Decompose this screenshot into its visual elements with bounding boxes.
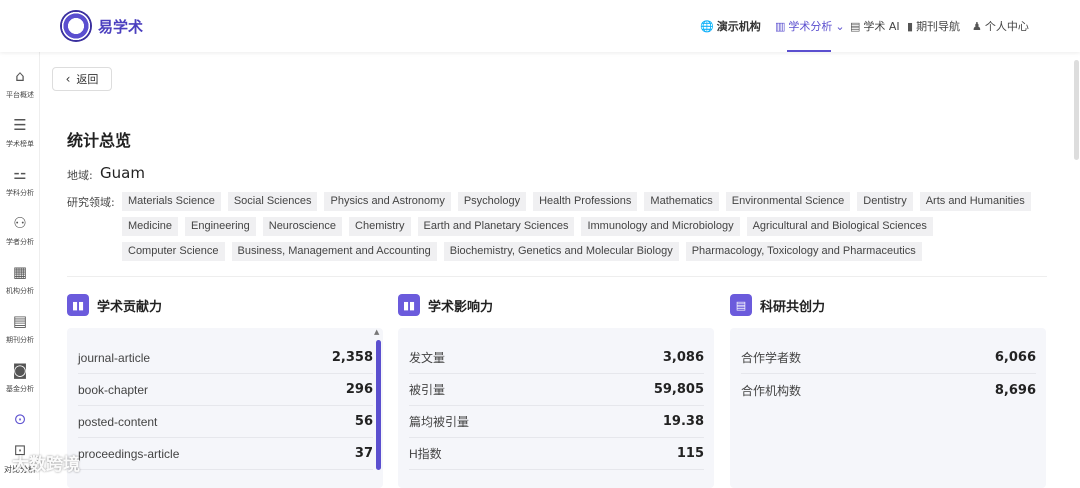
chevron-down-icon: ⌄ [835, 19, 845, 33]
field-tag[interactable]: Medicine [122, 217, 179, 236]
document-icon: ▤ [730, 294, 752, 316]
field-tag[interactable]: Biochemistry, Genetics and Molecular Bio… [443, 242, 679, 261]
region-label: 地域: [67, 169, 93, 182]
list-icon: ☰ [13, 116, 27, 134]
active-nav-indicator [787, 50, 831, 52]
nav-personal[interactable]: ♟ 个人中心 [972, 18, 1029, 34]
bar-chart-icon: ▥ [775, 19, 786, 33]
globe-icon: 🌐 [700, 19, 714, 33]
field-tag[interactable]: Materials Science [122, 192, 221, 211]
field-tag[interactable]: Social Sciences [227, 192, 318, 211]
back-button[interactable]: ‹ 返回 [52, 67, 112, 91]
contribution-card-header: ▮▮ 学术贡献力 [67, 294, 162, 316]
field-tag[interactable]: Environmental Science [725, 192, 851, 211]
region-value: Guam [100, 164, 145, 182]
table-row: 合作学者数 6,066 [741, 342, 1036, 374]
field-tag[interactable]: Immunology and Microbiology [581, 217, 740, 236]
watermark: 大数跨境 [12, 455, 80, 475]
field-tags: Materials Science Social Sciences Physic… [122, 192, 1032, 261]
field-tag[interactable]: Neuroscience [262, 217, 343, 236]
chevron-left-icon: ‹ [65, 72, 71, 86]
field-tag[interactable]: Physics and Astronomy [324, 192, 451, 211]
robot-icon: ▤ [850, 19, 861, 33]
field-tag[interactable]: Engineering [185, 217, 256, 236]
bar-chart-icon: ▮▮ [67, 294, 89, 316]
sidebar-item-scholar[interactable]: ⚇ 学者分析 [0, 213, 40, 247]
table-row: 篇均被引量 19.38 [409, 406, 704, 438]
field-tag[interactable]: Agricultural and Biological Sciences [746, 217, 933, 236]
sidebar-item-region[interactable]: ⊙ [0, 409, 40, 429]
nav-ai[interactable]: ▤ 学术 AI [850, 18, 900, 34]
top-bar: 易学术 🌐 演示机构 ▥ 学术分析 ⌄ ▤ 学术 AI ▮ 期刊导航 ♟ 个人中… [0, 0, 1080, 52]
sidebar-item-discipline[interactable]: ⚍ 学科分析 [0, 164, 40, 198]
people-icon: ⚇ [13, 214, 27, 232]
cooperation-card: 合作学者数 6,066 合作机构数 8,696 [730, 328, 1046, 488]
field-tag[interactable]: Earth and Planetary Sciences [417, 217, 575, 236]
building-icon: ▦ [12, 263, 28, 281]
impact-card-header: ▮▮ 学术影响力 [398, 294, 493, 316]
sidebar-item-fund[interactable]: ◙ 基金分析 [0, 360, 40, 394]
table-row: book-chapter 296 [78, 374, 373, 406]
nav-journal[interactable]: ▮ 期刊导航 [907, 18, 960, 34]
nav-analysis[interactable]: ▥ 学术分析 ⌄ [775, 18, 845, 34]
brand-name[interactable]: 易学术 [98, 16, 143, 37]
field-label: 研究领域: [67, 196, 115, 209]
impact-card: 发文量 3,086 被引量 59,805 篇均被引量 19.38 H指数 115 [398, 328, 714, 488]
table-row: H指数 115 [409, 438, 704, 470]
table-row: 发文量 3,086 [409, 342, 704, 374]
location-icon: ⊙ [13, 410, 27, 428]
sidebar-item-rankings[interactable]: ☰ 学术榜单 [0, 115, 40, 149]
field-tag[interactable]: Arts and Humanities [919, 192, 1031, 211]
sidebar-item-overview[interactable]: ⌂ 平台概述 [0, 66, 40, 100]
main-content: ‹ 返回 统计总览 地域: Guam 研究领域: Materials Scien… [41, 52, 1071, 488]
field-tag[interactable]: Business, Management and Accounting [231, 242, 437, 261]
table-row: journal-article 2,358 [78, 342, 373, 374]
field-tag[interactable]: Psychology [457, 192, 527, 211]
field-tag[interactable]: Dentistry [857, 192, 913, 211]
cooperation-card-header: ▤ 科研共创力 [730, 294, 825, 316]
bar-chart-icon: ▮▮ [398, 294, 420, 316]
field-tag[interactable]: Health Professions [533, 192, 638, 211]
page-title: 统计总览 [67, 131, 132, 150]
nav-org[interactable]: 🌐 演示机构 [700, 18, 761, 34]
scroll-up-icon[interactable]: ▲ [374, 328, 379, 336]
field-tag[interactable]: Computer Science [122, 242, 225, 261]
page-scrollbar[interactable] [1074, 60, 1079, 160]
field-tag[interactable]: Mathematics [644, 192, 719, 211]
sidebar-item-journal[interactable]: ▤ 期刊分析 [0, 311, 40, 345]
table-row: 合作机构数 8,696 [741, 382, 1036, 398]
table-row: posted-content 56 [78, 406, 373, 438]
money-icon: ◙ [12, 361, 28, 379]
sidebar: ⌂ 平台概述 ☰ 学术榜单 ⚍ 学科分析 ⚇ 学者分析 ▦ 机构分析 ▤ 期刊分… [0, 52, 40, 480]
sidebar-item-institution[interactable]: ▦ 机构分析 [0, 262, 40, 296]
user-group-icon: ♟ [972, 19, 982, 33]
contribution-card: journal-article 2,358 book-chapter 296 p… [67, 328, 383, 488]
field-tag[interactable]: Chemistry [349, 217, 411, 236]
logo[interactable] [60, 10, 92, 42]
field-tag[interactable]: Pharmacology, Toxicology and Pharmaceuti… [685, 242, 922, 261]
journal-icon: ▤ [12, 312, 28, 330]
table-row: 被引量 59,805 [409, 374, 704, 406]
hierarchy-icon: ⚍ [13, 165, 27, 183]
home-icon: ⌂ [15, 67, 25, 85]
card-scrollbar[interactable] [376, 340, 381, 470]
table-row: proceedings-article 37 [78, 438, 373, 470]
section-divider [67, 276, 1047, 277]
book-icon: ▮ [907, 19, 914, 33]
